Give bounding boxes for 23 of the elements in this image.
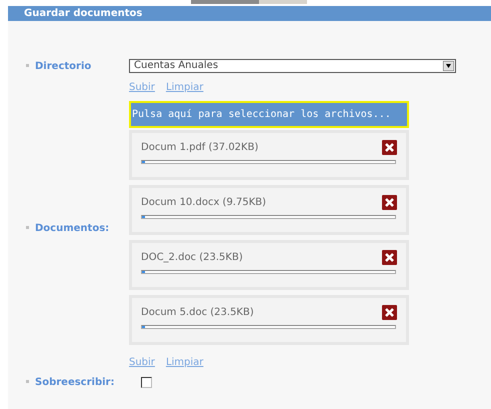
- text-link[interactable]: Subir: [129, 80, 155, 95]
- file-name: DOC_2.doc (23.5KB): [141, 251, 243, 265]
- dropdown-arrow-icon: [443, 61, 454, 71]
- panel-header: Guardar documentos: [8, 6, 491, 21]
- text-link[interactable]: Limpiar: [166, 355, 204, 370]
- overwrite-checkbox[interactable]: [141, 377, 152, 388]
- delete-icon[interactable]: [382, 140, 397, 155]
- bullet-icon: [26, 226, 29, 228]
- field-label: Directorio: [35, 60, 92, 74]
- file-name: Docum 5.doc (23.5KB): [141, 306, 254, 320]
- select-files-button[interactable]: Pulsa aquí para seleccionar los archivos...: [129, 101, 409, 128]
- directory-select[interactable]: Cuentas Anuales: [129, 59, 456, 73]
- bullet-icon: [26, 64, 29, 67]
- bullet-icon: [26, 380, 29, 383]
- delete-icon[interactable]: [382, 305, 397, 320]
- text-link[interactable]: Subir: [129, 355, 155, 370]
- file-name: Docum 10.docx (9.75KB): [141, 196, 266, 210]
- text-link[interactable]: Limpiar: [166, 80, 204, 95]
- delete-icon[interactable]: [382, 195, 397, 210]
- field-label: Sobreescribir:: [35, 376, 114, 390]
- delete-icon[interactable]: [382, 250, 397, 265]
- file-name: Docum 1.pdf (37.02KB): [141, 141, 258, 155]
- field-label: Documentos:: [35, 222, 110, 236]
